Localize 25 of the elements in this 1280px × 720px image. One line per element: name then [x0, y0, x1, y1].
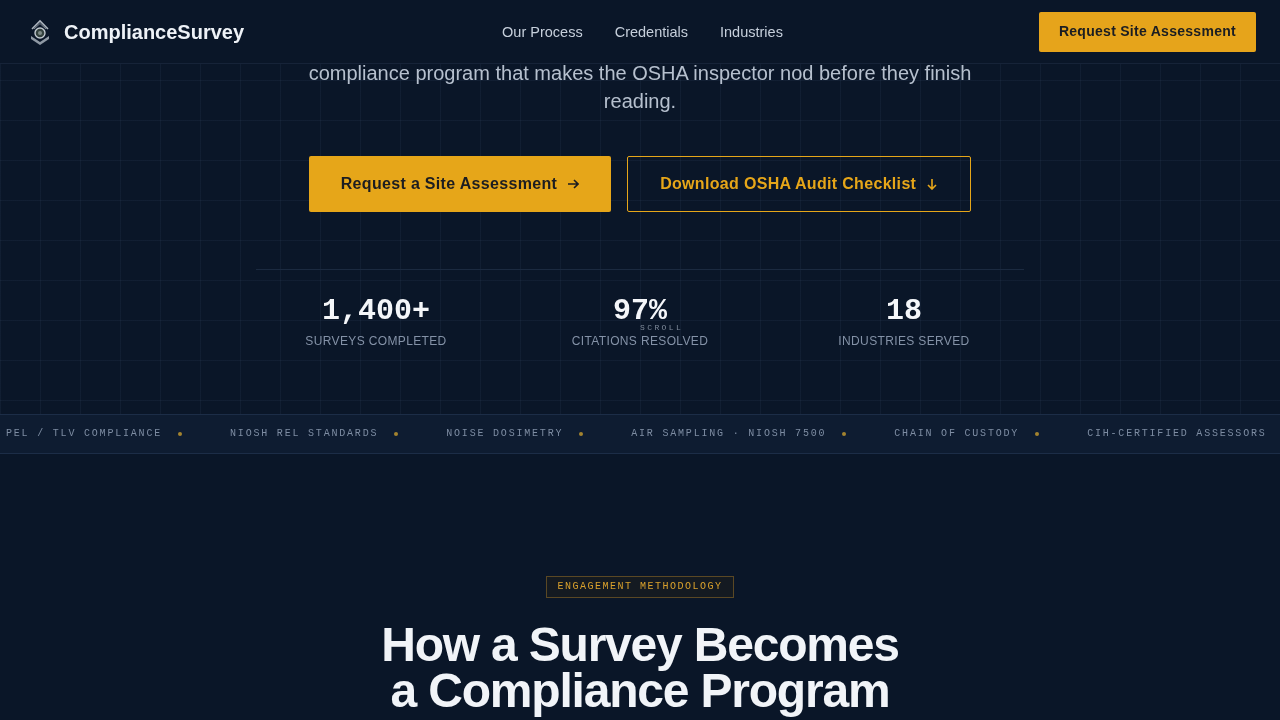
nav-link[interactable]: Our Process	[502, 21, 583, 42]
stat-label: CITATIONS RESOLVED	[571, 333, 709, 350]
nav-link[interactable]: Credentials	[614, 21, 689, 42]
brand-name[interactable]: ComplianceSurvey	[64, 17, 245, 46]
nav-link[interactable]: Industries	[720, 21, 783, 42]
ticker-item: NIOSH REL STANDARDS	[230, 428, 379, 440]
shield-chevron-logo-icon	[29, 18, 51, 45]
arrow-down-icon	[926, 178, 939, 190]
scroll-hint-text: SCROLL	[640, 324, 684, 332]
request-assessment-button[interactable]: Request Site Assessment	[1038, 11, 1256, 52]
stat-value: 18	[886, 298, 922, 324]
stat-value: 1,400+	[322, 298, 430, 324]
stat-label: INDUSTRIES SERVED	[838, 333, 970, 350]
arrow-right-icon	[567, 178, 580, 190]
request-assessment-button[interactable]: Request a Site Assessment	[308, 156, 612, 212]
hero-intro-text: compliance program that makes the OSHA inspector nod before they finish reading.	[307, 61, 973, 114]
stat-label: SURVEYS COMPLETED	[305, 333, 447, 350]
ticker-item: CHAIN OF CUSTODY	[894, 428, 1020, 440]
section-eyebrow-label: ENGAGEMENT METHODOLOGY	[546, 576, 734, 598]
ticker-item: PEL / TLV COMPLIANCE	[6, 428, 163, 440]
ticker-item: NOISE DOSIMETRY	[446, 428, 564, 440]
download-checklist-button[interactable]: Download OSHA Audit Checklist	[627, 156, 972, 212]
ticker-item: CIH-CERTIFIED ASSESSORS	[1087, 428, 1267, 440]
stat-value: 97%	[613, 298, 667, 324]
ticker-item: AIR SAMPLING · NIOSH 7500	[631, 428, 827, 440]
